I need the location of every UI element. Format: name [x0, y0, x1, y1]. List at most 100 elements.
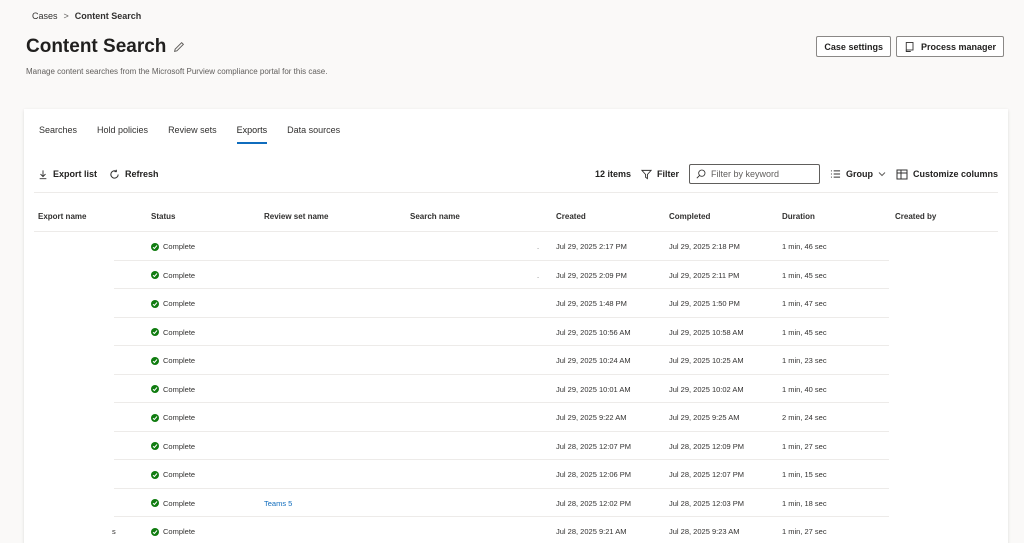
top-actions: Case settings Process manager	[816, 36, 1004, 57]
success-check-icon	[151, 242, 159, 251]
breadcrumb-cases[interactable]: Cases	[32, 11, 58, 21]
table-row[interactable]: Complete Jul 29, 2025 1:48 PM Jul 29, 20…	[24, 289, 1008, 318]
tab-exports[interactable]: Exports	[236, 125, 268, 144]
column-header-status[interactable]: Status	[151, 212, 175, 221]
created-cell: Jul 28, 2025 9:21 AM	[556, 527, 627, 536]
duration-cell: 1 min, 45 sec	[782, 327, 827, 337]
duration-cell: 1 min, 45 sec	[782, 270, 827, 280]
success-check-icon	[151, 356, 159, 365]
filter-label: Filter	[656, 169, 679, 179]
title-row: Content Search	[26, 36, 186, 58]
status-label: Complete	[163, 327, 196, 337]
status-label: Complete	[163, 242, 196, 251]
table-row[interactable]: Complete Jul 29, 2025 9:22 AM Jul 29, 20…	[24, 403, 1008, 432]
column-header-created-by[interactable]: Created by	[895, 212, 936, 221]
created-cell: Jul 29, 2025 10:24 AM	[556, 356, 631, 365]
column-header-completed[interactable]: Completed	[669, 212, 710, 221]
review-set-name-cell[interactable]: Teams 5	[264, 499, 292, 508]
table-row[interactable]: Complete Jul 29, 2025 10:01 AM Jul 29, 2…	[24, 375, 1008, 403]
completed-cell: Jul 28, 2025 12:07 PM	[669, 470, 745, 479]
success-check-icon	[151, 299, 159, 308]
column-header-duration[interactable]: Duration	[782, 212, 815, 221]
toolbar-divider	[34, 192, 998, 193]
status-label: Complete	[163, 470, 196, 479]
tab-searches[interactable]: Searches	[39, 125, 77, 144]
filter-button[interactable]: Filter	[640, 169, 679, 180]
completed-cell: Jul 29, 2025 10:25 AM	[669, 356, 744, 365]
status-cell: Complete	[151, 271, 195, 280]
status-label: Complete	[163, 356, 196, 365]
completed-cell: Jul 29, 2025 9:25 AM	[669, 413, 740, 422]
table-row[interactable]: Complete . Jul 29, 2025 2:17 PM Jul 29, …	[24, 232, 1008, 261]
filter-keyword-field[interactable]	[688, 164, 820, 184]
tab-review-sets[interactable]: Review sets	[168, 125, 217, 144]
case-settings-label: Case settings	[824, 41, 883, 52]
duration-cell: 1 min, 18 sec	[782, 498, 827, 508]
page-title: Content Search	[26, 36, 167, 57]
table-row[interactable]: Complete . Jul 29, 2025 2:09 PM Jul 29, …	[24, 261, 1008, 289]
tab-bar: Searches Hold policies Review sets Expor…	[39, 125, 340, 144]
status-label: Complete	[163, 498, 196, 508]
table-row[interactable]: s Complete Jul 28, 2025 9:21 AM Jul 28, …	[24, 517, 1008, 543]
filter-keyword-input[interactable]	[710, 169, 811, 179]
tab-hold-policies[interactable]: Hold policies	[97, 125, 148, 144]
status-cell: Complete	[151, 242, 195, 251]
created-cell: Jul 29, 2025 10:56 AM	[556, 327, 631, 337]
status-label: Complete	[163, 384, 196, 394]
table-row[interactable]: Complete Jul 29, 2025 10:56 AM Jul 29, 2…	[24, 318, 1008, 346]
status-cell: Complete	[151, 299, 195, 308]
table-row[interactable]: Complete Jul 29, 2025 10:24 AM Jul 29, 2…	[24, 346, 1008, 375]
download-icon	[39, 169, 47, 179]
tab-data-sources[interactable]: Data sources	[287, 125, 340, 144]
created-cell: Jul 29, 2025 9:22 AM	[556, 413, 627, 422]
created-cell: Jul 29, 2025 2:17 PM	[556, 242, 627, 251]
status-cell: Complete	[151, 328, 195, 337]
customize-columns-button[interactable]: Customize columns	[896, 169, 998, 180]
process-manager-button[interactable]: Process manager	[895, 36, 1004, 57]
search-name-cell[interactable]: .	[537, 242, 539, 251]
customize-columns-label: Customize columns	[912, 169, 998, 179]
created-cell: Jul 29, 2025 10:01 AM	[556, 384, 631, 394]
duration-cell: 1 min, 27 sec	[782, 441, 827, 451]
success-check-icon	[151, 442, 159, 450]
completed-cell: Jul 29, 2025 10:02 AM	[669, 384, 744, 394]
export-list-button[interactable]: Export list	[38, 169, 97, 180]
group-button[interactable]: Group	[830, 169, 886, 179]
table-row[interactable]: Complete Jul 28, 2025 12:06 PM Jul 28, 2…	[24, 460, 1008, 489]
group-list-icon	[830, 170, 841, 178]
success-check-icon	[151, 527, 159, 536]
export-list-label: Export list	[53, 169, 98, 179]
refresh-label: Refresh	[125, 169, 159, 179]
duration-cell: 1 min, 15 sec	[782, 470, 827, 479]
success-check-icon	[151, 385, 159, 393]
duration-cell: 1 min, 27 sec	[782, 527, 827, 536]
status-cell: Complete	[151, 385, 195, 394]
export-name-cell[interactable]: s	[112, 527, 116, 536]
table-row[interactable]: Complete Jul 28, 2025 12:07 PM Jul 28, 2…	[24, 432, 1008, 460]
status-cell: Complete	[151, 356, 195, 365]
success-check-icon	[151, 271, 159, 279]
breadcrumb-current: Content Search	[74, 11, 142, 21]
success-check-icon	[151, 328, 159, 336]
case-settings-button[interactable]: Case settings	[816, 36, 891, 57]
exports-card: Searches Hold policies Review sets Expor…	[24, 109, 1008, 543]
item-count: 12 items	[594, 169, 631, 179]
completed-cell: Jul 29, 2025 1:50 PM	[669, 299, 740, 308]
search-name-cell[interactable]: .	[537, 271, 539, 280]
status-label: Complete	[163, 299, 196, 308]
edit-pencil-icon[interactable]	[172, 40, 186, 54]
filter-icon	[640, 169, 652, 180]
column-header-review-set-name[interactable]: Review set name	[264, 212, 328, 221]
column-header-search-name[interactable]: Search name	[410, 212, 460, 221]
chevron-down-icon	[878, 172, 886, 177]
refresh-icon	[110, 169, 119, 179]
column-header-created[interactable]: Created	[556, 212, 586, 221]
refresh-button[interactable]: Refresh	[109, 169, 159, 180]
table-row[interactable]: Complete Teams 5 Jul 28, 2025 12:02 PM J…	[24, 489, 1008, 517]
column-header-export-name[interactable]: Export name	[38, 212, 86, 221]
success-check-icon	[151, 499, 159, 507]
completed-cell: Jul 28, 2025 12:09 PM	[669, 441, 745, 451]
duration-cell: 2 min, 24 sec	[782, 413, 827, 422]
duration-cell: 1 min, 46 sec	[782, 242, 827, 251]
duration-cell: 1 min, 47 sec	[782, 299, 827, 308]
